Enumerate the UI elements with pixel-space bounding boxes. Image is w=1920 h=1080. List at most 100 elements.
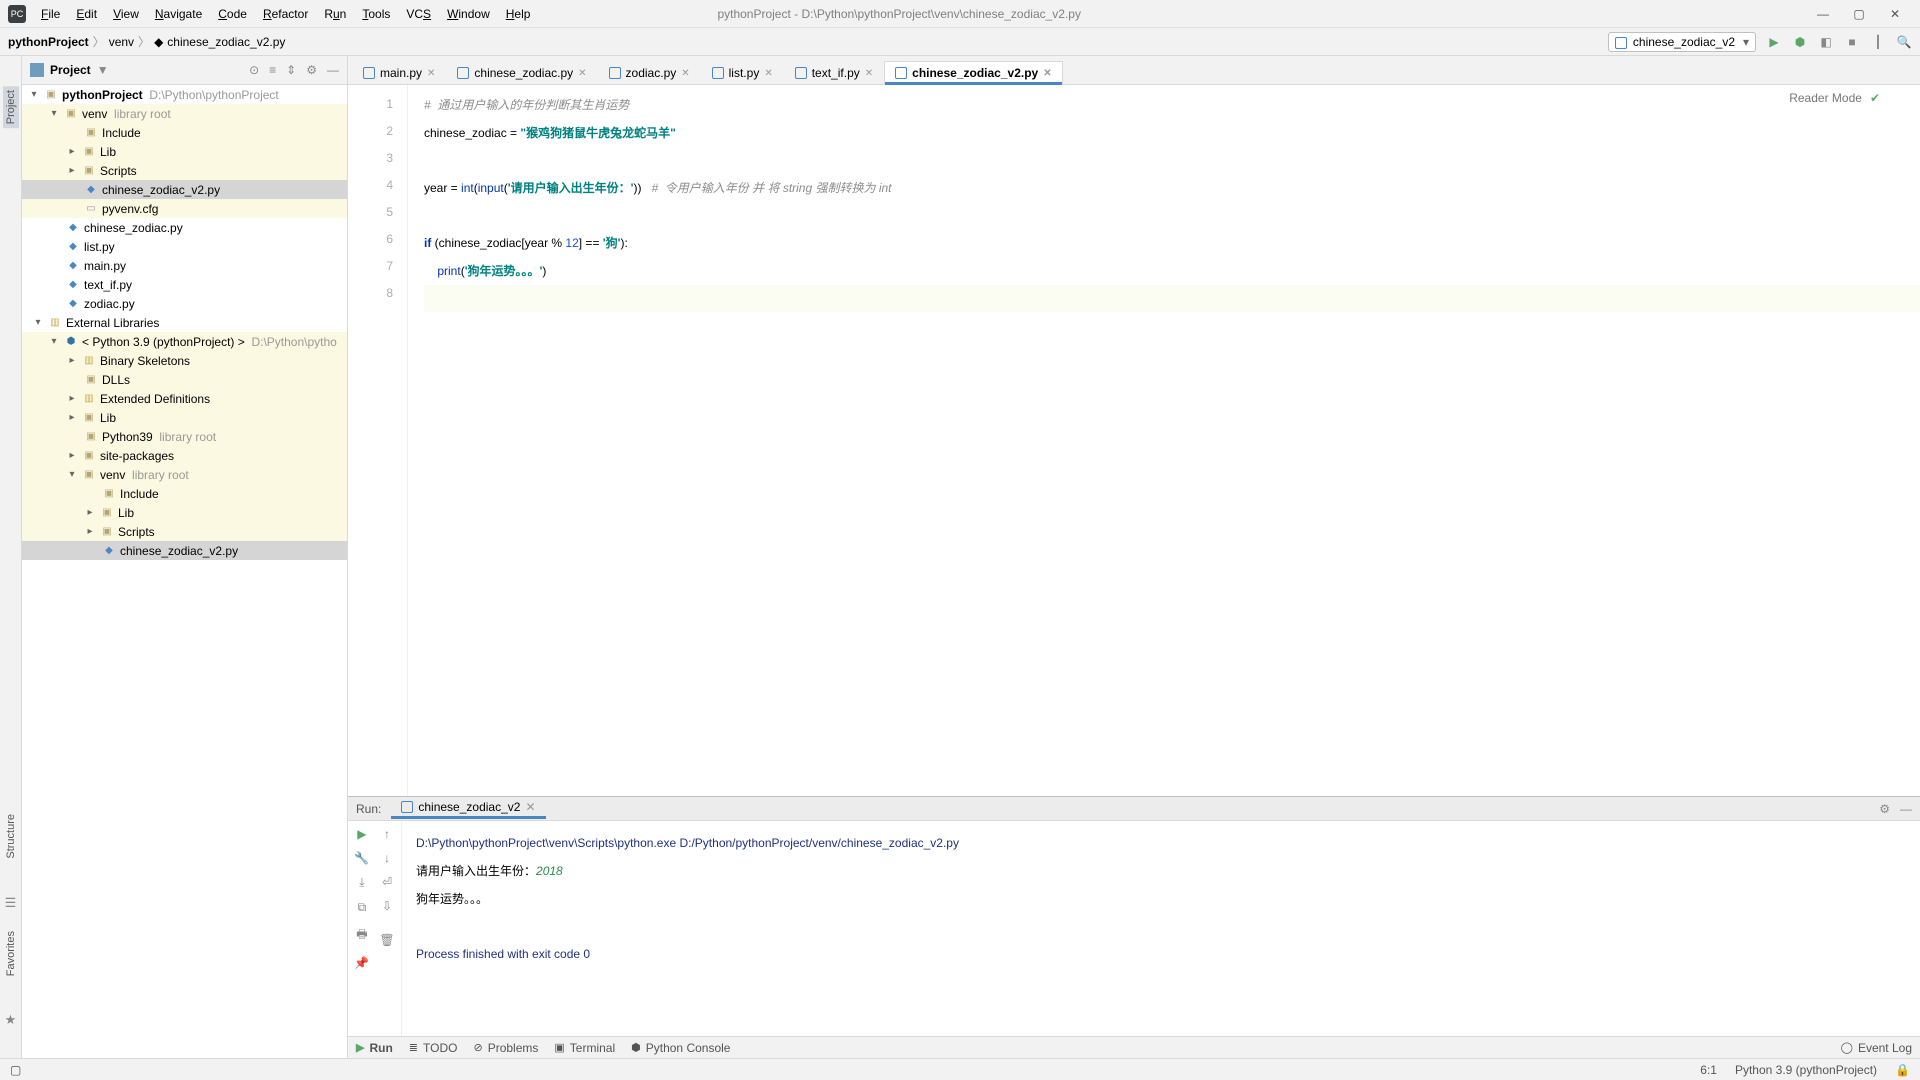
status-square-icon[interactable]: ▢ (10, 1063, 21, 1077)
bottom-tab-todo[interactable]: ≣TODO (409, 1041, 458, 1055)
menu-edit[interactable]: Edit (69, 3, 104, 25)
tool-tab-structure[interactable]: Structure (5, 814, 17, 859)
menu-run[interactable]: Run (317, 3, 353, 25)
hide-icon[interactable]: — (1900, 802, 1912, 816)
dropdown-icon[interactable]: ▼ (97, 63, 109, 77)
select-opened-icon[interactable]: ⊙ (249, 63, 259, 77)
close-icon[interactable]: ✕ (865, 68, 873, 79)
tree-file-pyvenv[interactable]: ▭pyvenv.cfg (22, 199, 347, 218)
tree-file-cz[interactable]: ◆chinese_zodiac.py (22, 218, 347, 237)
tree-python39-sdk[interactable]: ▾⬢ < Python 3.9 (pythonProject) > D:\Pyt… (22, 332, 347, 351)
tree-venv[interactable]: ▾▣ venv library root (22, 104, 347, 123)
tree-extdef[interactable]: ▸▥Extended Definitions (22, 389, 347, 408)
tab-czv2[interactable]: chinese_zodiac_v2.py✕ (884, 61, 1062, 85)
gear-icon[interactable]: ⚙ (1879, 802, 1890, 816)
tab-main[interactable]: main.py✕ (352, 61, 446, 84)
breadcrumb-folder[interactable]: venv (109, 35, 134, 49)
expand-all-icon[interactable]: ≡ (269, 63, 276, 77)
run-config-selector[interactable]: chinese_zodiac_v2 (1608, 32, 1756, 52)
project-title[interactable]: Project (50, 63, 91, 77)
close-icon[interactable]: ✕ (681, 68, 689, 79)
menu-view[interactable]: View (106, 3, 146, 25)
down-arrow-icon[interactable]: ↓ (384, 851, 390, 865)
code-content[interactable]: # 通过用户输入的年份判断其生肖运势 chinese_zodiac = "猴鸡狗… (408, 85, 1920, 796)
minimize-icon[interactable]: — (1816, 7, 1830, 21)
run-tab[interactable]: chinese_zodiac_v2 ✕ (391, 798, 545, 819)
reader-mode-badge[interactable]: Reader Mode✔ (1789, 91, 1880, 105)
bottom-tab-eventlog[interactable]: ◯Event Log (1841, 1041, 1912, 1055)
breadcrumb-root[interactable]: pythonProject (8, 35, 89, 49)
stop-icon[interactable]: ■ (1844, 34, 1860, 50)
tree-file-czv2b[interactable]: ◆chinese_zodiac_v2.py (22, 541, 347, 560)
menu-navigate[interactable]: Navigate (148, 3, 209, 25)
menu-vcs[interactable]: VCS (399, 3, 438, 25)
lock-icon[interactable]: 🔒 (1895, 1063, 1910, 1077)
code-editor[interactable]: Reader Mode✔ 12345678 # 通过用户输入的年份判断其生肖运势… (348, 85, 1920, 796)
gear-icon[interactable]: ⚙ (306, 63, 317, 77)
tree-sitepkg[interactable]: ▸▣site-packages (22, 446, 347, 465)
menu-code[interactable]: Code (211, 3, 254, 25)
run-console-output[interactable]: D:\Python\pythonProject\venv\Scripts\pyt… (402, 821, 1920, 1036)
breadcrumb-file[interactable]: chinese_zodiac_v2.py (167, 35, 285, 49)
tree-scripts[interactable]: ▸▣Scripts (22, 161, 347, 180)
coverage-icon[interactable]: ◧ (1818, 34, 1834, 50)
bottom-tab-run[interactable]: ▶Run (356, 1041, 393, 1055)
maximize-icon[interactable]: ▢ (1852, 7, 1866, 21)
menu-help[interactable]: Help (499, 3, 538, 25)
tree-lib[interactable]: ▸▣Lib (22, 142, 347, 161)
tree-scripts2[interactable]: ▸▣Scripts (22, 522, 347, 541)
tool-tab-favorites[interactable]: Favorites (5, 931, 17, 976)
tab-chinese-zodiac[interactable]: chinese_zodiac.py✕ (446, 61, 597, 84)
tree-lib3[interactable]: ▸▣Lib (22, 503, 347, 522)
tree-file-zodiac[interactable]: ◆zodiac.py (22, 294, 347, 313)
search-everywhere-icon[interactable]: 🔍 (1896, 34, 1912, 50)
rerun-icon[interactable]: ▶ (357, 827, 366, 841)
scroll-icon[interactable]: ⇩ (382, 899, 392, 913)
layout-icon[interactable]: ⧉ (358, 900, 367, 915)
tree-lib2[interactable]: ▸▣Lib (22, 408, 347, 427)
debug-button-icon[interactable]: ⬢ (1792, 34, 1808, 50)
tree-external-libs[interactable]: ▾▥External Libraries (22, 313, 347, 332)
tab-zodiac[interactable]: zodiac.py✕ (598, 61, 701, 84)
status-interpreter[interactable]: Python 3.9 (pythonProject) (1735, 1063, 1877, 1077)
bottom-tab-problems[interactable]: ⊘Problems (473, 1041, 538, 1055)
tab-list[interactable]: list.py✕ (701, 61, 784, 84)
tree-file-main[interactable]: ◆main.py (22, 256, 347, 275)
run-button-icon[interactable]: ▶ (1766, 34, 1782, 50)
close-icon[interactable]: ✕ (1043, 68, 1051, 79)
close-icon[interactable]: ✕ (525, 800, 535, 814)
pin-icon[interactable]: 📌 (354, 956, 369, 970)
project-tree[interactable]: ▾▣ pythonProject D:\Python\pythonProject… (22, 85, 347, 1058)
tree-binsk[interactable]: ▸▥Binary Skeletons (22, 351, 347, 370)
menu-tools[interactable]: Tools (355, 3, 397, 25)
tree-file-textif[interactable]: ◆text_if.py (22, 275, 347, 294)
tab-text-if[interactable]: text_if.py✕ (784, 61, 884, 84)
tree-python39[interactable]: ▣Python39 library root (22, 427, 347, 446)
status-caret-position[interactable]: 6:1 (1700, 1063, 1717, 1077)
tree-dlls[interactable]: ▣DLLs (22, 370, 347, 389)
tool-tab-project[interactable]: Project (3, 86, 19, 128)
close-icon[interactable]: ✕ (1888, 7, 1902, 21)
trash-icon[interactable]: 🗑 (379, 933, 394, 947)
hide-icon[interactable]: — (327, 63, 339, 77)
bottom-tab-terminal[interactable]: ▣Terminal (554, 1041, 615, 1055)
up-arrow-icon[interactable]: ↑ (384, 827, 390, 841)
tree-venv2[interactable]: ▾▣venv library root (22, 465, 347, 484)
menu-refactor[interactable]: Refactor (256, 3, 315, 25)
wrap-icon[interactable]: ⏎ (382, 875, 392, 889)
close-icon[interactable]: ✕ (764, 68, 772, 79)
close-icon[interactable]: ✕ (578, 68, 586, 79)
close-icon[interactable]: ✕ (427, 68, 435, 79)
tree-include[interactable]: ▣Include (22, 123, 347, 142)
print-icon[interactable]: 🖶 (356, 925, 367, 946)
menu-file[interactable]: File (34, 3, 67, 25)
collapse-all-icon[interactable]: ⇕ (286, 63, 296, 77)
down-icon[interactable]: ⤓ (359, 875, 364, 890)
wrench-icon[interactable]: 🔧 (354, 851, 369, 865)
tree-project-root[interactable]: ▾▣ pythonProject D:\Python\pythonProject (22, 85, 347, 104)
tree-include2[interactable]: ▣Include (22, 484, 347, 503)
bottom-tab-pyconsole[interactable]: ⬢Python Console (631, 1041, 730, 1055)
menu-window[interactable]: Window (440, 3, 497, 25)
tree-file-czv2[interactable]: ◆chinese_zodiac_v2.py (22, 180, 347, 199)
tree-file-list[interactable]: ◆list.py (22, 237, 347, 256)
